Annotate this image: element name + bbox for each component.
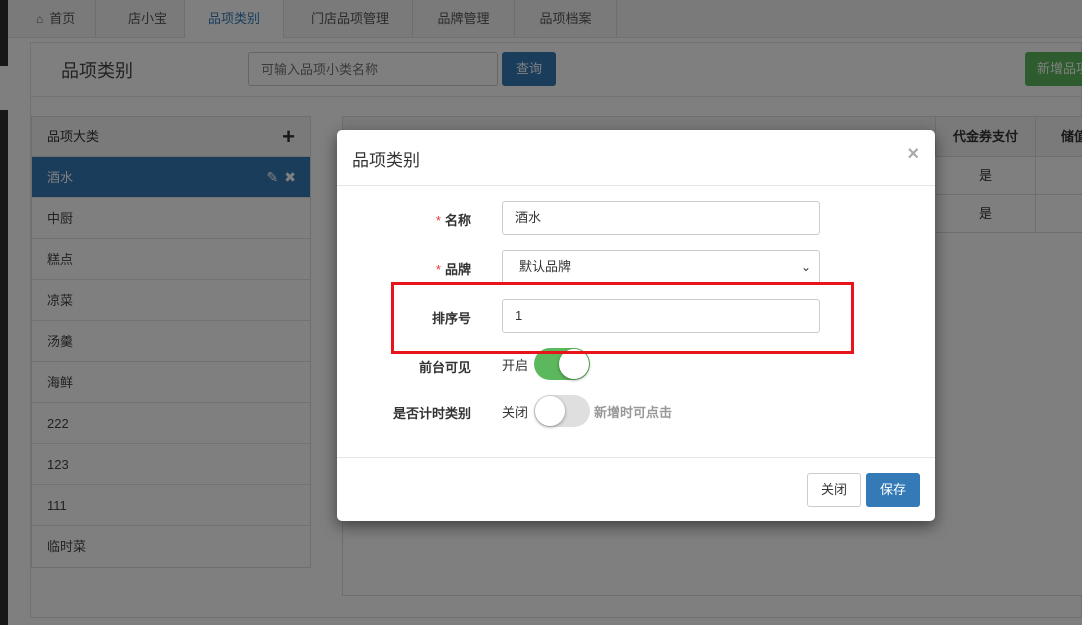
timed-hint: 新增时可点击 xyxy=(594,405,673,420)
timed-toggle[interactable] xyxy=(534,395,590,427)
toggle-knob xyxy=(535,396,565,426)
close-button[interactable]: 关闭 xyxy=(807,473,861,507)
chevron-down-icon: ⌄ xyxy=(800,260,811,274)
timed-label: 是否计时类别 xyxy=(392,406,471,421)
visible-label: 前台可见 xyxy=(418,360,471,375)
modal-title: 品项类别 xyxy=(352,151,420,170)
highlight-box xyxy=(391,282,854,354)
visible-state-text: 开启 xyxy=(502,358,529,373)
close-icon[interactable]: × xyxy=(907,143,919,166)
modal-footer-divider xyxy=(337,457,935,458)
brand-select[interactable]: 默认品牌 ⌄ xyxy=(502,250,820,284)
modal-header: 品项类别 × xyxy=(337,130,935,186)
name-label: * 名称 xyxy=(435,213,471,228)
brand-label: *默认品牌品牌 xyxy=(435,262,471,277)
save-button[interactable]: 保存 xyxy=(866,473,920,507)
name-input[interactable]: 酒水 xyxy=(502,201,820,235)
timed-state-text: 关闭 xyxy=(502,405,529,420)
